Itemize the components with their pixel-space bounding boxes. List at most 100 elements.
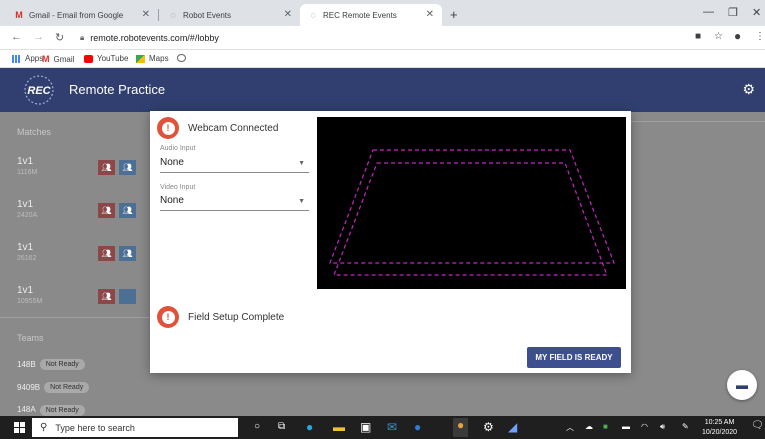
tab-separator [158, 9, 159, 21]
wifi-icon[interactable]: ◠ [641, 422, 648, 431]
my-field-is-ready-button[interactable]: MY FIELD IS READY [527, 347, 621, 368]
bookmark-label: YouTube [97, 54, 129, 63]
new-tab-button[interactable]: + [450, 7, 458, 22]
match-team-id: 2420A [17, 212, 38, 219]
file-explorer-icon[interactable]: ▬ [333, 420, 345, 434]
url-text: remote.robotevents.com/#/lobby [90, 32, 219, 43]
tab-label: Robot Events [183, 10, 232, 20]
bookmark-label: Apps [25, 54, 44, 63]
close-icon[interactable]: ✕ [284, 9, 292, 20]
close-icon[interactable]: ✕ [142, 9, 150, 20]
reload-icon[interactable]: ↻ [55, 31, 64, 44]
bookmark-apps[interactable]: Apps [12, 54, 43, 63]
menu-dots-icon[interactable]: ⋮ [755, 31, 765, 42]
close-icon[interactable]: ✕ [426, 9, 434, 20]
match-item[interactable]: 1v1 2420A [17, 199, 37, 219]
team-row: 148B Not Ready [17, 359, 85, 370]
back-icon[interactable]: ← [11, 31, 22, 43]
video-input-value: None [160, 195, 184, 206]
bookmarks-bar: Apps M Gmail YouTube Maps [0, 50, 765, 68]
gmail-icon: M [42, 54, 50, 64]
match-team-id: 1116M [17, 169, 38, 176]
bookmark-globe[interactable] [177, 54, 190, 62]
notifications-icon[interactable]: 🗨︎ [751, 420, 764, 431]
status-badge: Not Ready [44, 382, 90, 393]
warning-icon: ! [157, 306, 179, 328]
settings-gear-icon[interactable]: ⚙ [742, 81, 755, 98]
task-view-icon[interactable]: ⧉ [278, 421, 285, 432]
bookmark-label: Gmail [53, 54, 75, 64]
tab-gmail[interactable]: M Gmail - Email from Google ✕ [6, 4, 158, 26]
search-placeholder: Type here to search [55, 422, 135, 433]
star-icon[interactable]: ☆ [714, 31, 723, 42]
windows-taskbar: ⚲ Type here to search ○ ⧉ ● ▬ ▣ ✉ ● ● ⚙ … [0, 416, 765, 439]
cloud-icon[interactable]: ☁ [585, 422, 593, 431]
profile-icon[interactable]: ● [734, 29, 741, 43]
red-alliance-icon: 👥︎ [98, 160, 115, 175]
team-number: 9409B [17, 383, 41, 392]
red-alliance-icon: 👥︎ [98, 203, 115, 218]
address-bar: ← → ↻ 🔒︎ remote.robotevents.com/#/lobby … [0, 26, 765, 50]
video-input-label: Video Input [160, 184, 196, 191]
app-tray-icon[interactable]: ■ [603, 422, 608, 431]
tab-label: Gmail - Email from Google [29, 10, 124, 20]
warning-icon: ! [157, 117, 179, 139]
bookmark-youtube[interactable]: YouTube [84, 54, 128, 63]
video-input-select[interactable]: None ▼ [160, 195, 309, 211]
settings-icon[interactable]: ⚙ [483, 420, 494, 434]
taskbar-search-input[interactable]: ⚲ Type here to search [32, 418, 238, 437]
maximize-icon[interactable]: ❐ [728, 6, 738, 19]
team-row: 148A Not Ready [17, 405, 85, 416]
section-divider [0, 317, 150, 318]
match-label: 1v1 [17, 285, 34, 296]
dropdown-arrow-icon: ▼ [298, 198, 305, 205]
field-outline-guide [329, 149, 615, 276]
match-team-id: 26162 [17, 255, 37, 262]
bookmark-maps[interactable]: Maps [136, 54, 169, 63]
rec-logo: REC [18, 74, 60, 106]
volume-icon[interactable]: 🔊︎ [660, 422, 665, 432]
url-field[interactable]: 🔒︎ remote.robotevents.com/#/lobby [80, 29, 690, 46]
audio-input-value: None [160, 157, 184, 168]
field-setup-status-title: Field Setup Complete [188, 312, 285, 323]
globe-icon [177, 54, 186, 62]
store-icon[interactable]: ▣ [360, 420, 371, 434]
blue-alliance-icon: 👥︎ [119, 203, 136, 218]
minimize-icon[interactable]: — [703, 6, 714, 18]
audio-input-select[interactable]: None ▼ [160, 157, 309, 173]
forward-icon[interactable]: → [33, 31, 44, 43]
team-row: 9409B Not Ready [17, 382, 90, 393]
match-label: 1v1 [17, 199, 34, 210]
app-header: REC Remote Practice ⚙ [0, 68, 765, 112]
maps-icon [136, 54, 145, 63]
chat-button[interactable]: ▬ [727, 370, 757, 400]
edge-icon[interactable]: ● [306, 420, 313, 434]
lock-icon: 🔒︎ [80, 32, 85, 42]
cortana-icon[interactable]: ○ [254, 421, 260, 432]
bookmark-gmail[interactable]: M Gmail [42, 54, 74, 64]
match-item[interactable]: 1v1 26162 [17, 242, 36, 262]
blue-alliance-icon: 👥︎ [119, 246, 136, 261]
field-setup-dialog: ! Webcam Connected Audio Input None ▼ Vi… [150, 111, 631, 373]
camera-icon[interactable]: ■ [695, 31, 701, 42]
mail-icon[interactable]: ✉ [387, 420, 397, 434]
match-label: 1v1 [17, 242, 34, 253]
system-clock[interactable]: 10:25 AM 10/20/2020 [702, 418, 737, 438]
youtube-icon [84, 54, 93, 63]
chat-icon: ▬ [736, 378, 748, 392]
status-badge: Not Ready [39, 405, 85, 416]
red-alliance-icon: 👥︎ [98, 289, 115, 304]
close-window-icon[interactable]: ✕ [752, 6, 761, 19]
tab-rec-remote-events[interactable]: ◌ REC Remote Events ✕ [300, 4, 442, 26]
battery-icon[interactable]: ▬ [622, 422, 630, 431]
match-item[interactable]: 1v1 1116M [17, 156, 37, 176]
pen-icon[interactable]: ✎ [682, 422, 689, 431]
safari-icon[interactable]: ● [414, 420, 421, 434]
windows-start-icon[interactable] [14, 422, 25, 433]
chrome-icon[interactable]: ● [453, 418, 469, 437]
app-icon[interactable]: ◢ [508, 420, 517, 434]
tab-robot-events[interactable]: ◌ Robot Events ✕ [160, 4, 300, 26]
match-item[interactable]: 1v1 10955M [17, 285, 42, 305]
red-alliance-icon: 👥︎ [98, 246, 115, 261]
chevron-up-icon[interactable]: ︿ [566, 422, 574, 433]
